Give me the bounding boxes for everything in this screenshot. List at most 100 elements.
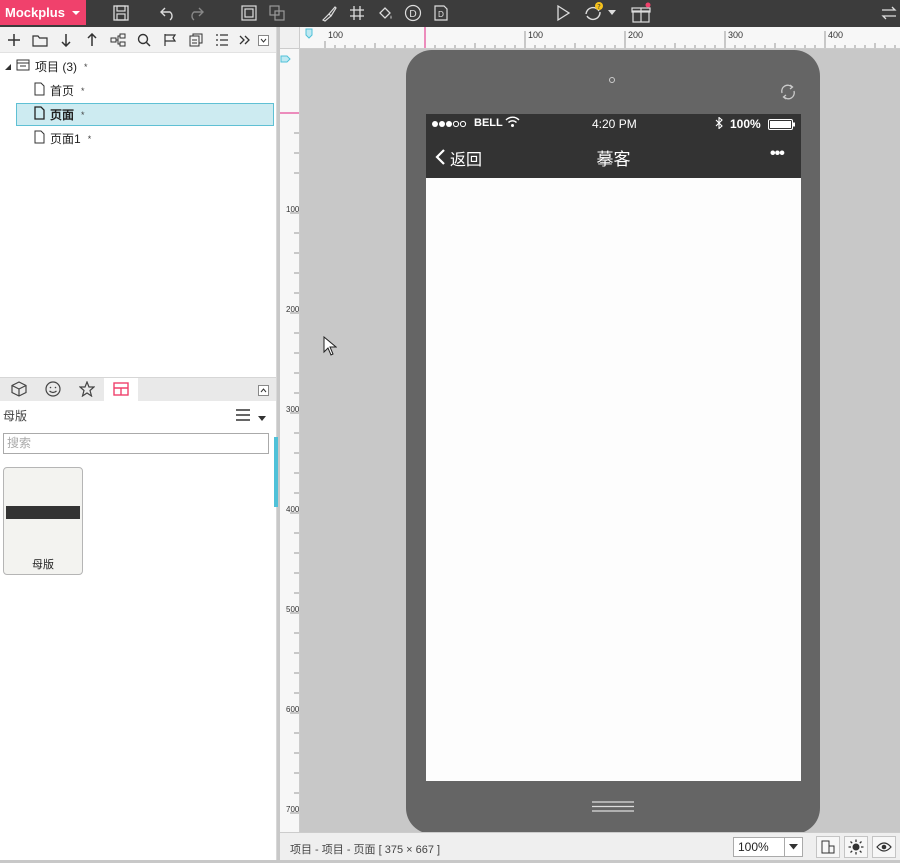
project-label: 项目 (3) <box>35 60 78 74</box>
device-frame-icon[interactable] <box>816 836 840 858</box>
tree-item-page-selected[interactable]: 页面 * <box>16 103 274 126</box>
sitemap-icon[interactable] <box>109 31 127 49</box>
copy-page-icon[interactable] <box>187 31 205 49</box>
page-toolbar <box>0 27 276 53</box>
battery-percent: 100% <box>730 117 761 131</box>
page-breadcrumb: 项目 - 项目 - 页面 [ 375 × 667 ] <box>290 844 441 856</box>
list-icon[interactable] <box>213 31 231 49</box>
fill-icon[interactable] <box>374 2 396 24</box>
switch-panel-icon[interactable] <box>878 2 900 24</box>
ruler-label: 400 <box>828 30 844 40</box>
phone-frame: BELL 4:20 PM 100% 返回 摹客 ••• <box>406 50 820 832</box>
list-view-icon[interactable] <box>235 408 251 425</box>
tab-favorites[interactable] <box>70 378 104 402</box>
master-layout-icon <box>113 381 129 400</box>
move-up-icon[interactable] <box>83 31 101 49</box>
smiley-icon <box>45 380 61 400</box>
ruler-label: 300 <box>728 30 744 40</box>
master-card[interactable]: 母版 <box>3 467 83 575</box>
battery-icon <box>768 119 796 133</box>
tree-item-page[interactable]: 页面1 * <box>34 127 274 150</box>
sync-icon[interactable]: ? <box>582 2 604 24</box>
ruler-label: 100 <box>286 205 300 214</box>
unsaved-marker: * <box>81 109 85 120</box>
tree-project-row[interactable]: 项目 (3) * <box>4 55 274 78</box>
ios-status-bar: BELL 4:20 PM 100% <box>426 114 801 134</box>
brightness-icon[interactable] <box>844 836 868 858</box>
panel-splitter-handle[interactable] <box>274 437 278 507</box>
collapse-icon[interactable] <box>258 35 269 46</box>
add-page-icon[interactable] <box>5 31 23 49</box>
ruler-label: 100 <box>328 30 344 40</box>
unsaved-marker: * <box>84 61 88 72</box>
ungroup-icon[interactable] <box>266 2 288 24</box>
more-tools-icon[interactable] <box>236 31 254 49</box>
expand-triangle-icon[interactable] <box>4 60 12 74</box>
ruler-label: 700 <box>286 805 300 814</box>
main-toolbar: Mockplus D D ? <box>0 0 900 27</box>
preview-play-icon[interactable] <box>552 2 574 24</box>
ruler-horizontal[interactable]: 100 100 200 300 400 <box>300 27 900 49</box>
tab-masters[interactable] <box>104 378 138 402</box>
group-icon[interactable] <box>238 2 260 24</box>
design-canvas[interactable]: BELL 4:20 PM 100% 返回 摹客 ••• <box>300 50 900 832</box>
cube-icon <box>11 380 27 400</box>
status-bar: 项目 - 项目 - 页面 [ 375 × 667 ] 100% <box>280 832 900 860</box>
bluetooth-icon <box>715 116 723 132</box>
redo-icon[interactable] <box>185 2 207 24</box>
tab-components[interactable] <box>2 378 36 402</box>
ruler-label: 600 <box>286 705 300 714</box>
preview-eye-icon[interactable] <box>872 836 896 858</box>
app-brand-label: Mockplus <box>5 5 65 20</box>
chevron-down-icon[interactable] <box>784 838 802 856</box>
move-down-icon[interactable] <box>57 31 75 49</box>
unsaved-marker: * <box>87 133 92 144</box>
master-thumbnail <box>6 506 80 519</box>
master-label: 母版 <box>32 559 54 571</box>
page-icon <box>34 82 45 99</box>
flag-icon[interactable] <box>161 31 179 49</box>
grid-icon[interactable] <box>346 2 368 24</box>
signal-dots-icon <box>431 117 469 131</box>
zoom-select[interactable]: 100% <box>733 837 803 857</box>
ruler-label: 400 <box>286 505 300 514</box>
phone-screen[interactable]: BELL 4:20 PM 100% 返回 摹客 ••• <box>426 114 801 781</box>
ruler-label: 500 <box>286 605 300 614</box>
ruler-label: 200 <box>628 30 644 40</box>
document-icon[interactable]: D <box>430 2 452 24</box>
ruler-label: 100 <box>528 30 544 40</box>
format-brush-icon[interactable] <box>318 2 340 24</box>
collapse-icon[interactable] <box>258 385 269 396</box>
nav-title: 摹客 <box>596 150 631 169</box>
rotate-device-icon[interactable] <box>779 83 797 104</box>
tab-icons[interactable] <box>36 378 70 402</box>
svg-text:D: D <box>409 9 417 20</box>
zoom-value: 100% <box>738 840 769 854</box>
save-icon[interactable] <box>110 2 132 24</box>
more-options-button[interactable]: ••• <box>770 145 785 163</box>
mouse-cursor-icon <box>323 335 338 359</box>
search-input[interactable]: 搜索 <box>3 433 269 454</box>
design-mode-icon[interactable]: D <box>402 2 424 24</box>
tree-item-label: 页面 <box>50 108 75 122</box>
undo-icon[interactable] <box>157 2 179 24</box>
search-icon[interactable] <box>135 31 153 49</box>
svg-text:?: ? <box>597 3 601 11</box>
ruler-vertical[interactable]: 100 200 300 400 500 600 700 <box>280 49 300 832</box>
add-folder-icon[interactable] <box>31 31 49 49</box>
gift-icon[interactable] <box>630 2 652 24</box>
carrier-label: BELL <box>474 117 503 129</box>
tree-item-page[interactable]: 首页 * <box>34 79 274 102</box>
app-menu-button[interactable]: Mockplus <box>0 0 86 25</box>
star-icon <box>78 379 96 400</box>
page-icon <box>34 106 45 123</box>
left-panel: 项目 (3) * 首页 * 页面 * 页面1 * 母版 搜索 母版 <box>0 27 278 860</box>
masters-header: 母版 <box>3 409 28 423</box>
phone-camera <box>609 77 615 83</box>
chevron-down-icon[interactable] <box>258 411 266 425</box>
chevron-down-icon[interactable] <box>606 2 618 24</box>
unsaved-marker: * <box>81 85 85 96</box>
home-indicator-icon[interactable] <box>592 801 634 813</box>
page-icon <box>34 130 45 147</box>
ruler-label: 200 <box>286 305 300 314</box>
